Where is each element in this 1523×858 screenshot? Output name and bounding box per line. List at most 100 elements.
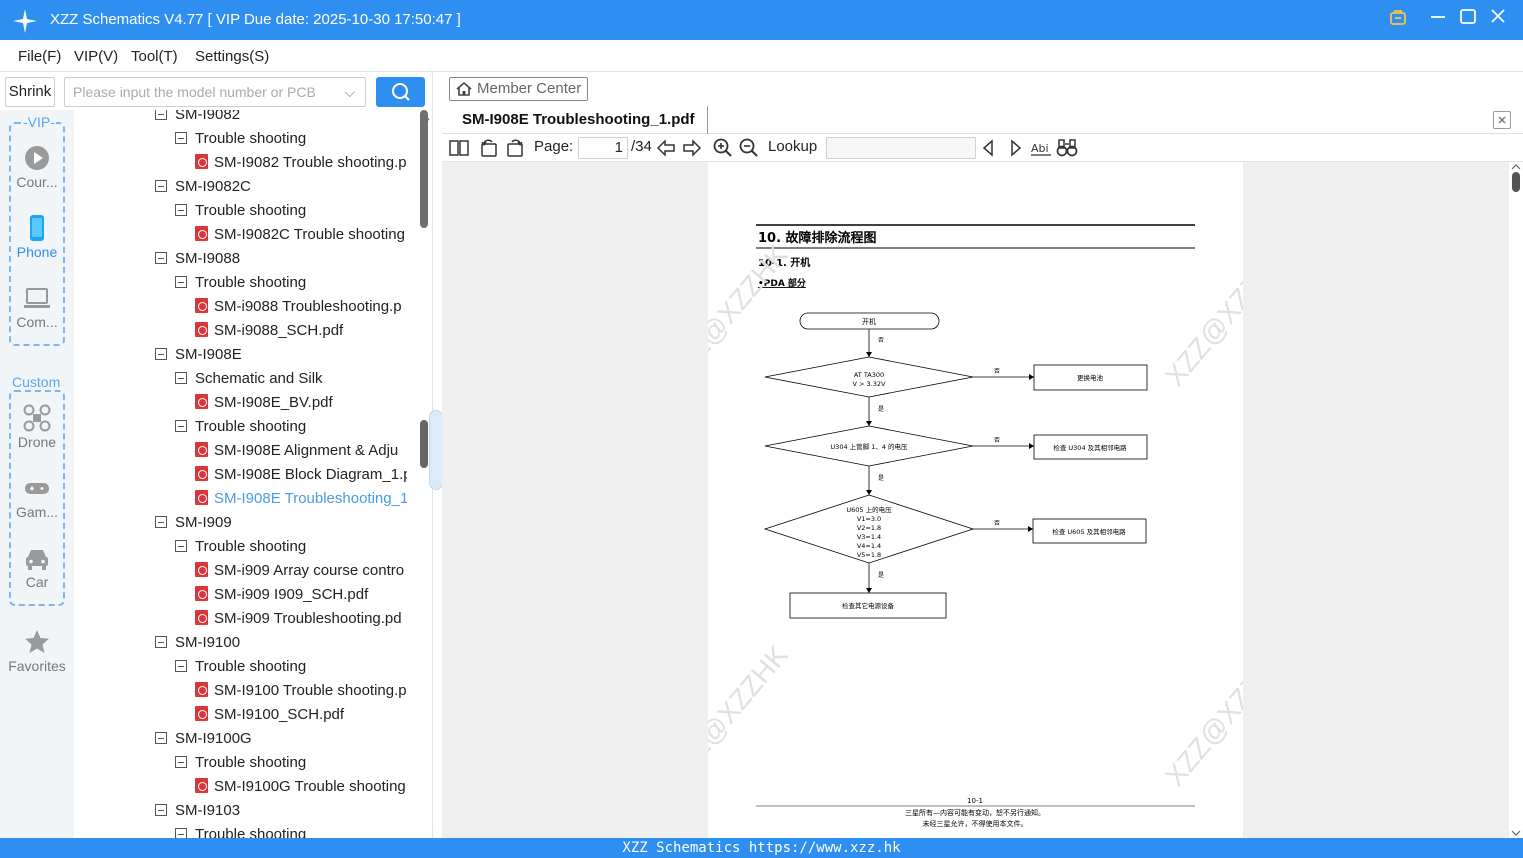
tree-file-item[interactable]: SM-i909 I909_SCH.pdf	[195, 583, 407, 607]
tree-folder-item[interactable]: SM-I9103	[155, 799, 407, 823]
tree-file-item[interactable]: SM-i9088_SCH.pdf	[195, 319, 407, 343]
flow-label-no-1: 否	[878, 337, 884, 344]
menu-settings[interactable]: Settings(S)	[195, 48, 269, 65]
previous-page-arrow-icon[interactable]	[655, 137, 677, 159]
match-case-icon[interactable]: Abi	[1030, 137, 1052, 159]
two-page-view-icon[interactable]	[448, 137, 470, 159]
tree-file-item[interactable]: SM-i9088 Troubleshooting.p	[195, 295, 407, 319]
collapse-toggle-icon[interactable]	[175, 420, 187, 432]
chevron-down-icon[interactable]: ⌵	[344, 78, 355, 106]
tree-file-item[interactable]: SM-I9082 Trouble shooting.p	[195, 151, 407, 175]
pdf-file-icon	[195, 490, 208, 505]
collapse-toggle-icon[interactable]	[155, 516, 167, 528]
shrink-button[interactable]: Shrink	[5, 77, 55, 107]
tree-folder-item[interactable]: Schematic and Silk	[175, 367, 407, 391]
collapse-toggle-icon[interactable]	[155, 348, 167, 360]
search-input[interactable]: Please input the model number or PCB ⌵	[64, 77, 366, 107]
tree-file-item[interactable]: SM-i909 Array course contro	[195, 559, 407, 583]
document-tab[interactable]: SM-I908E Troubleshooting_1.pdf	[450, 106, 708, 134]
rail-item-phone[interactable]: Phone	[0, 214, 74, 260]
tree-scroll-thumb[interactable]	[420, 110, 428, 228]
collapse-toggle-icon[interactable]	[175, 756, 187, 768]
tree-folder-item[interactable]: SM-I9088	[155, 247, 407, 271]
menu-tool[interactable]: Tool(T)	[131, 48, 178, 65]
collapse-toggle-icon[interactable]	[175, 276, 187, 288]
member-center-button[interactable]: Member Center	[449, 77, 588, 101]
tree-folder-item[interactable]: Trouble shooting	[175, 751, 407, 775]
viewer-scrollbar[interactable]	[1509, 162, 1523, 838]
scroll-up-icon[interactable]	[1509, 162, 1523, 172]
zoom-out-icon[interactable]	[738, 137, 760, 159]
tree-folder-item[interactable]: Trouble shooting	[175, 823, 407, 838]
car-icon	[26, 550, 48, 570]
collapse-toggle-icon[interactable]	[175, 132, 187, 144]
rotate-right-icon[interactable]	[504, 137, 526, 159]
splitter-handle[interactable]	[429, 410, 443, 490]
minimize-button[interactable]	[1426, 7, 1450, 31]
collapse-toggle-icon[interactable]	[155, 636, 167, 648]
tree-item-label: SM-I9100 Trouble shooting.p	[214, 682, 407, 699]
collapse-toggle-icon[interactable]	[175, 660, 187, 672]
tree-folder-item[interactable]: SM-I9100	[155, 631, 407, 655]
tree-folder-item[interactable]: SM-I909	[155, 511, 407, 535]
menu-vip[interactable]: VIP(V)	[74, 48, 118, 65]
collapse-toggle-icon[interactable]	[175, 828, 187, 838]
tree-folder-item[interactable]: SM-I9100G	[155, 727, 407, 751]
scroll-down-icon[interactable]	[1509, 828, 1523, 838]
next-page-arrow-icon[interactable]	[681, 137, 703, 159]
tree-folder-item[interactable]: SM-I9082	[155, 110, 407, 127]
collapse-toggle-icon[interactable]	[155, 110, 167, 120]
collapse-toggle-icon[interactable]	[155, 732, 167, 744]
tree-folder-item[interactable]: Trouble shooting	[175, 271, 407, 295]
viewer-scroll-thumb[interactable]	[1512, 172, 1520, 192]
tree-file-item[interactable]: SM-i909 Troubleshooting.pd	[195, 607, 407, 631]
collapse-toggle-icon[interactable]	[155, 180, 167, 192]
collapse-toggle-icon[interactable]	[175, 204, 187, 216]
pane-splitter[interactable]	[420, 72, 443, 838]
close-button[interactable]	[1486, 7, 1510, 31]
vip-bag-icon[interactable]	[1386, 7, 1410, 31]
tree-file-item[interactable]: SM-I9100_SCH.pdf	[195, 703, 407, 727]
tree-item-label: SM-I908E	[175, 346, 242, 363]
tree-folder-item[interactable]: Trouble shooting	[175, 655, 407, 679]
search-button[interactable]	[376, 77, 425, 107]
tree-folder-item[interactable]: SM-I908E	[155, 343, 407, 367]
tree-file-item[interactable]: SM-I9100 Trouble shooting.p	[195, 679, 407, 703]
find-previous-icon[interactable]	[978, 137, 1000, 159]
close-tab-icon[interactable]	[1493, 111, 1511, 129]
rail-item-game[interactable]: Gam...	[0, 474, 74, 520]
pdf-viewer[interactable]: 10. 故障排除流程图 10-1. 开机 •PDA 部分 开机 否 AT TA3…	[442, 162, 1523, 838]
tree-file-item[interactable]: SM-I9100G Trouble shooting	[195, 775, 407, 799]
collapse-toggle-icon[interactable]	[155, 252, 167, 264]
tree-file-item[interactable]: SM-I908E_BV.pdf	[195, 391, 407, 415]
collapse-toggle-icon[interactable]	[155, 804, 167, 816]
tree-file-item[interactable]: SM-I9082C Trouble shooting	[195, 223, 407, 247]
rail-label-drone: Drone	[17, 434, 57, 450]
tree-file-item[interactable]: SM-I908E Block Diagram_1.p	[195, 463, 407, 487]
tree-file-item[interactable]: SM-I908E Troubleshooting_1	[195, 487, 407, 511]
zoom-in-icon[interactable]	[712, 137, 734, 159]
menu-file[interactable]: File(F)	[18, 48, 61, 65]
collapse-toggle-icon[interactable]	[175, 372, 187, 384]
tree-file-item[interactable]: SM-I908E Alignment & Adju	[195, 439, 407, 463]
collapse-toggle-icon[interactable]	[175, 540, 187, 552]
tree-folder-item[interactable]: Trouble shooting	[175, 127, 407, 151]
lookup-input[interactable]	[826, 137, 976, 159]
tree-folder-item[interactable]: Trouble shooting	[175, 535, 407, 559]
find-next-icon[interactable]	[1004, 137, 1026, 159]
rotate-left-icon[interactable]	[478, 137, 500, 159]
flow-r2: 检查 U304 及其相邻电路	[1053, 443, 1127, 452]
page-number-input[interactable]: 1	[578, 137, 628, 159]
maximize-button[interactable]	[1456, 7, 1480, 31]
rail-item-car[interactable]: Car	[0, 544, 74, 590]
tree-folder-item[interactable]: SM-I9082C	[155, 175, 407, 199]
splitter-grip[interactable]	[420, 420, 428, 468]
rail-item-computer[interactable]: Com...	[0, 284, 74, 330]
tree-item-label: SM-I9082	[175, 110, 241, 123]
rail-item-drone[interactable]: Drone	[0, 404, 74, 450]
tree-folder-item[interactable]: Trouble shooting	[175, 199, 407, 223]
rail-item-favorites[interactable]: Favorites	[0, 628, 74, 674]
tree-folder-item[interactable]: Trouble shooting	[175, 415, 407, 439]
binoculars-icon[interactable]	[1056, 137, 1078, 159]
rail-item-course[interactable]: Cour...	[0, 144, 74, 190]
